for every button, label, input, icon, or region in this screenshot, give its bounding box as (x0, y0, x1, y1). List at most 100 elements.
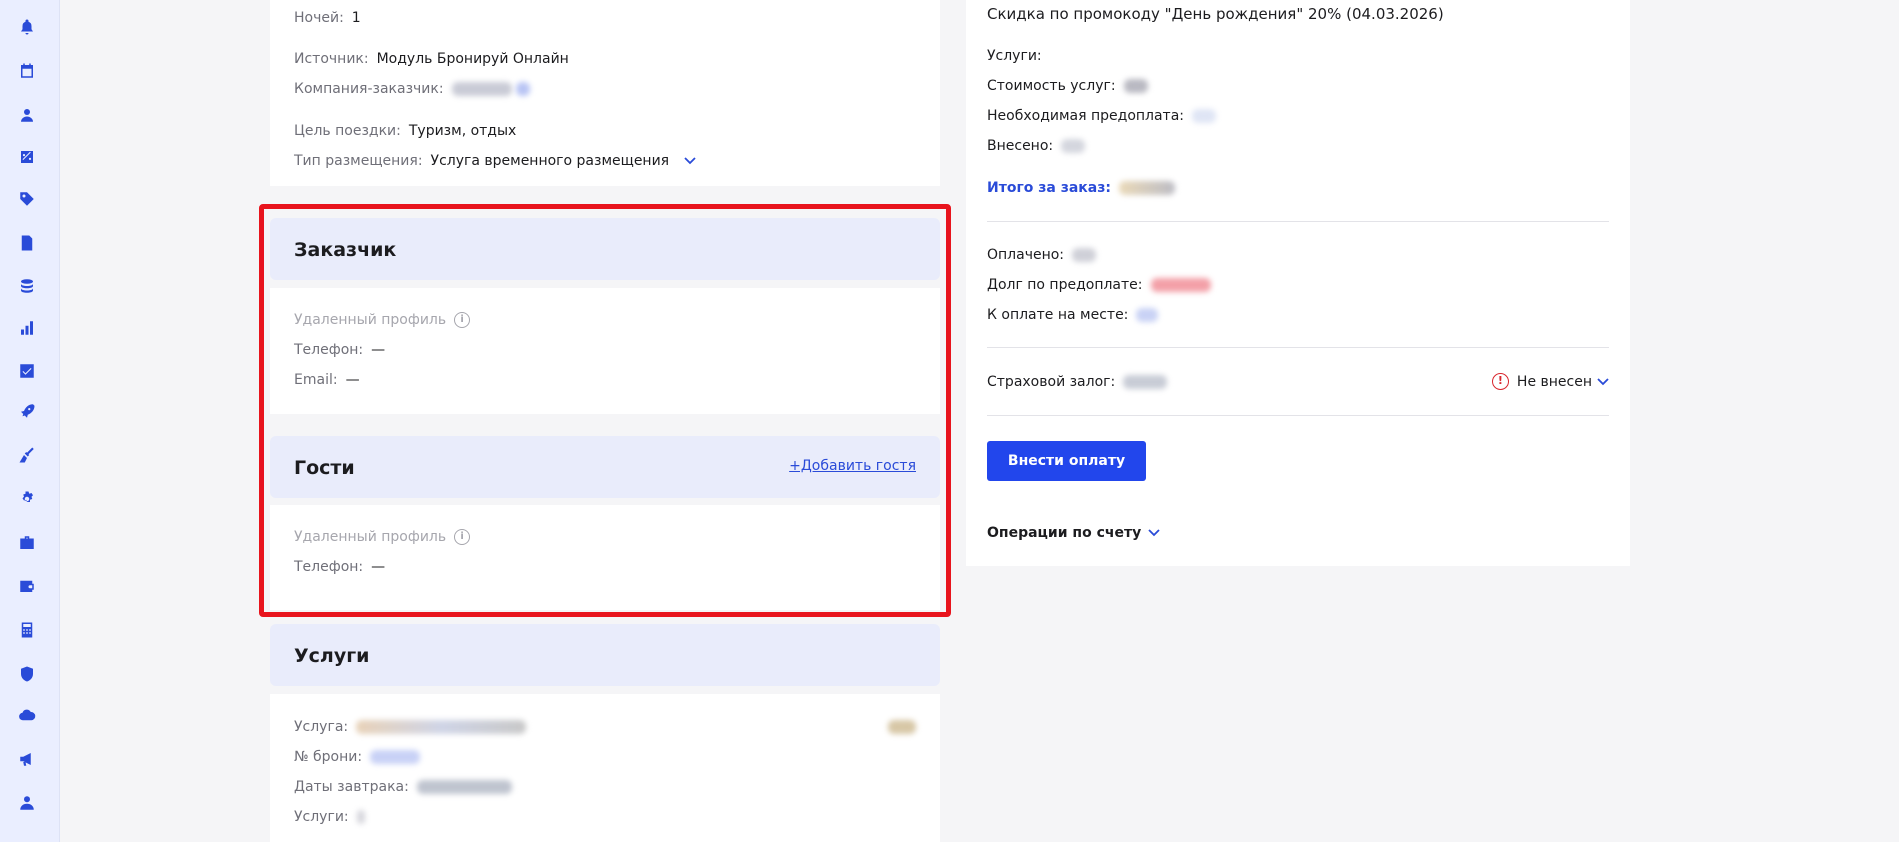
document-icon[interactable] (17, 233, 37, 253)
booking-no-value-redacted (370, 750, 421, 764)
nights-row: Ночей: 1 (294, 9, 361, 27)
coins-icon[interactable] (17, 276, 37, 296)
briefcase-icon[interactable] (17, 533, 37, 553)
guests-section-header: Гости +Добавить гостя (270, 436, 940, 498)
customer-email-row: Email: — (294, 371, 360, 389)
account-operations-toggle[interactable]: Операции по счету (987, 525, 1160, 541)
wallet-icon[interactable] (17, 576, 37, 596)
source-value: Модуль Бронируй Онлайн (376, 51, 569, 67)
company-label: Компания-заказчик: (294, 81, 444, 97)
make-payment-button[interactable]: Внести оплату (987, 441, 1146, 481)
insurance-status[interactable]: ! Не внесен (1491, 373, 1609, 390)
breakfast-dates-row: Даты завтрака: (294, 778, 512, 796)
chart-icon[interactable] (17, 318, 37, 338)
customer-phone-label: Телефон: (294, 342, 364, 358)
prepayment-value-redacted (1192, 109, 1217, 123)
broom-icon[interactable] (17, 445, 37, 465)
guest-phone-label: Телефон: (294, 559, 364, 575)
chevron-down-icon[interactable] (1597, 374, 1609, 390)
calendar-icon[interactable] (17, 61, 37, 81)
company-row: Компания-заказчик: (294, 80, 531, 98)
percent-icon[interactable] (17, 147, 37, 167)
services-card: Услуга: № брони: Даты завтрака: Услуги: (270, 694, 940, 842)
services-cost-label: Стоимость услуг: (987, 78, 1116, 94)
rocket-icon[interactable] (17, 401, 37, 421)
services-summary-label: Услуги: (987, 48, 1042, 64)
prepayment-debt-label: Долг по предоплате: (987, 277, 1143, 293)
divider (987, 221, 1609, 222)
services-count-row: Услуги: (294, 808, 365, 826)
payment-panel: Скидка по промокоду "День рождения" 20% … (966, 0, 1630, 566)
megaphone-icon[interactable] (17, 749, 37, 769)
pay-on-site-value-redacted (1136, 308, 1159, 322)
divider (987, 415, 1609, 416)
deposited-label: Внесено: (987, 138, 1054, 154)
pay-on-site-row: К оплате на месте: (987, 306, 1159, 324)
chevron-down-icon[interactable] (1148, 525, 1160, 541)
accommodation-row[interactable]: Тип размещения: Услуга временного размеще… (294, 152, 696, 170)
booking-no-label: № брони: (294, 749, 363, 765)
booking-no-row: № брони: (294, 748, 421, 766)
source-row: Источник: Модуль Бронируй Онлайн (294, 50, 569, 68)
booking-info-card: Ночей: 1 Источник: Модуль Бронируй Онлайн … (270, 0, 940, 186)
customer-phone-row: Телефон: — (294, 341, 385, 359)
add-guest-link[interactable]: +Добавить гостя (789, 458, 916, 474)
paid-row: Оплачено: (987, 246, 1097, 264)
customer-section-title: Заказчик (294, 239, 397, 261)
chevron-down-icon[interactable] (683, 152, 696, 170)
paid-value-redacted (1072, 248, 1097, 262)
service-row: Услуга: (294, 718, 527, 736)
tag-icon[interactable] (17, 189, 37, 209)
service-price-redacted (888, 720, 916, 734)
bell-icon[interactable] (17, 17, 37, 37)
customer-email-value: — (345, 372, 360, 388)
insurance-label: Страховой залог: (987, 374, 1116, 390)
deposited-value-redacted (1061, 139, 1086, 153)
info-icon[interactable]: i (454, 312, 471, 328)
guests-section-title: Гости (294, 457, 355, 479)
service-value-redacted (356, 720, 527, 734)
customer-email-label: Email: (294, 372, 338, 388)
total-row: Итого за заказ: (987, 179, 1175, 197)
customer-card: Удаленный профиль i Телефон: — Email: — (270, 288, 940, 414)
guest-deleted-profile-text: Удаленный профиль (294, 529, 447, 545)
guests-card: Удаленный профиль i Телефон: — (270, 505, 940, 610)
customer-deleted-profile-row: Удаленный профиль i (294, 311, 471, 329)
prepayment-label: Необходимая предоплата: (987, 108, 1185, 124)
sidebar (0, 0, 60, 842)
accommodation-label: Тип размещения: (294, 153, 423, 169)
info-icon[interactable]: i (454, 529, 471, 545)
customer-deleted-profile-text: Удаленный профиль (294, 312, 447, 328)
user-icon[interactable] (17, 105, 37, 125)
services-cost-row: Стоимость услуг: (987, 77, 1148, 95)
calculator-icon[interactable] (17, 620, 37, 640)
purpose-label: Цель поездки: (294, 123, 401, 139)
breakfast-dates-label: Даты завтрака: (294, 779, 409, 795)
account-operations-label: Операции по счету (987, 525, 1142, 541)
deposited-row: Внесено: (987, 137, 1086, 155)
service-label: Услуга: (294, 719, 349, 735)
services-count-value-redacted (356, 810, 365, 824)
accommodation-value: Услуга временного размещения (430, 153, 670, 169)
checkbox-icon[interactable] (17, 361, 37, 381)
purpose-value: Туризм, отдых (408, 123, 517, 139)
prepayment-debt-value-redacted (1150, 278, 1211, 292)
gear-icon[interactable] (17, 489, 37, 509)
guest-phone-value: — (371, 559, 386, 575)
alert-icon: ! (1491, 373, 1509, 390)
paid-label: Оплачено: (987, 247, 1065, 263)
nights-label: Ночей: (294, 10, 344, 26)
services-section-header: Услуги (270, 624, 940, 686)
services-count-label: Услуги: (294, 809, 349, 825)
breakfast-dates-value-redacted (416, 780, 512, 794)
shield-icon[interactable] (17, 664, 37, 684)
insurance-value-redacted (1123, 375, 1168, 389)
purpose-row: Цель поездки: Туризм, отдых (294, 122, 516, 140)
total-value-redacted (1118, 181, 1175, 195)
cloud-icon[interactable] (17, 705, 37, 725)
customer-phone-value: — (371, 342, 386, 358)
insurance-row: Страховой залог: (987, 373, 1168, 391)
profile-icon[interactable] (17, 793, 37, 813)
prepayment-debt-row: Долг по предоплате: (987, 276, 1211, 294)
divider (987, 347, 1609, 348)
